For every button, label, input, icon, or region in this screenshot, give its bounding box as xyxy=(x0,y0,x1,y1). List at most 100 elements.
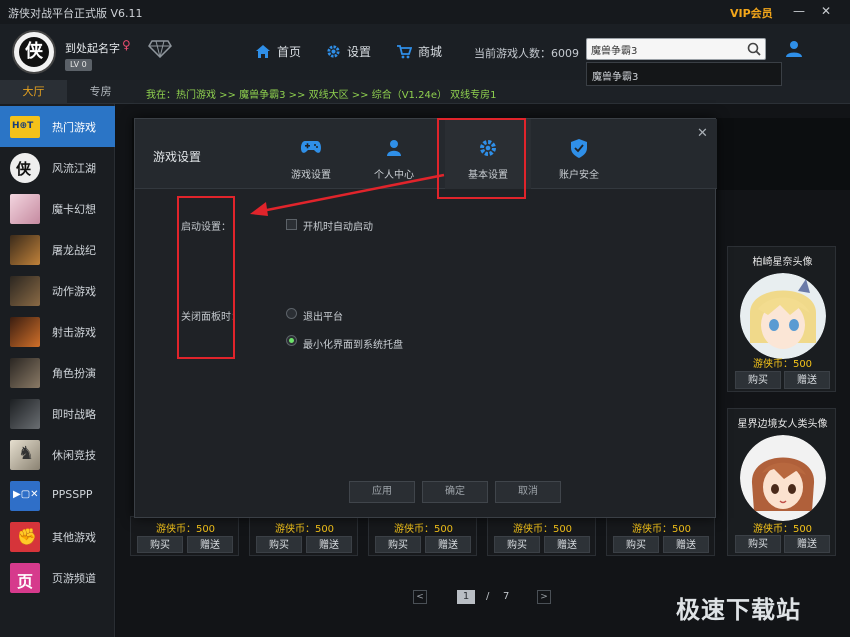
buy-button[interactable]: 购买 xyxy=(256,536,302,553)
avatar[interactable]: 侠 xyxy=(12,30,56,74)
header: 侠 到处起名字 ♀ LV 0 首页 设置 商城 当前游戏人数：6009 魔兽争霸… xyxy=(0,24,850,86)
prev-page-button[interactable]: < xyxy=(413,590,427,604)
person-icon xyxy=(387,139,401,160)
title-bar: 游侠对战平台正式版 V6.11 VIP会员 — ✕ xyxy=(0,0,850,24)
gift-button[interactable]: 赠送 xyxy=(784,535,830,553)
buy-button[interactable]: 购买 xyxy=(613,536,659,553)
product-price: 游侠币：500 xyxy=(274,524,335,535)
page-separator: / xyxy=(486,591,490,602)
gift-button[interactable]: 赠送 xyxy=(306,536,352,553)
sidebar-item-hot-games[interactable]: H⊕T 热门游戏 xyxy=(0,106,115,147)
ali-logo-icon: 侠 xyxy=(19,37,49,67)
sidebar-item-label: 射击游戏 xyxy=(52,326,96,339)
sidebar-item-shooter[interactable]: 射击游戏 xyxy=(0,311,115,352)
sidebar-item-rpg[interactable]: 角色扮演 xyxy=(0,352,115,393)
cart-icon xyxy=(397,44,412,58)
auto-start-label: 开机时自动启动 xyxy=(303,222,373,233)
highlight-box-options xyxy=(177,196,235,359)
nav-shop[interactable]: 商城 xyxy=(396,43,442,60)
sidebar-item-dragon[interactable]: 屠龙战纪 xyxy=(0,229,115,270)
buy-button[interactable]: 购买 xyxy=(375,536,421,553)
sidebar-item-action[interactable]: 动作游戏 xyxy=(0,270,115,311)
gender-icon: ♀ xyxy=(122,38,131,52)
action-icon xyxy=(10,276,40,306)
auto-start-checkbox[interactable] xyxy=(286,219,297,230)
breadcrumb: 我在：热门游戏 >> 魔兽争霸3 >> 双线大区 >> 综合（V1.24e） 双… xyxy=(146,90,497,101)
product-card[interactable]: 柏崎星奈头像 游侠币：500 购买 赠送 xyxy=(727,246,836,392)
home-icon xyxy=(256,45,270,58)
sidebar-item-ppsspp[interactable]: ▶▢✕ PPSSPP xyxy=(0,475,115,516)
sidebar-item-label: 其他游戏 xyxy=(52,531,96,544)
avatar-portrait xyxy=(740,273,826,359)
sidebar-item-other[interactable]: ✊ 其他游戏 xyxy=(0,516,115,557)
nav-home-label: 首页 xyxy=(277,45,302,59)
nav-settings[interactable]: 设置 xyxy=(326,43,371,60)
tab-account-security[interactable]: 账户安全 xyxy=(536,119,622,189)
minimize-button[interactable]: — xyxy=(791,3,807,19)
next-page-button[interactable]: > xyxy=(537,590,551,604)
sidebar-item-casual[interactable]: ♞ 休闲竞技 xyxy=(0,434,115,475)
dialog-title: 游戏设置 xyxy=(153,150,202,164)
sidebar-item-wuxia[interactable]: 侠 风流江湖 xyxy=(0,147,115,188)
sidebar-item-label: PPSSPP xyxy=(52,488,93,501)
vip-link[interactable]: VIP会员 xyxy=(730,5,773,21)
product-title: 星界边境女人类头像 xyxy=(737,419,828,430)
product-price: 游侠币：500 xyxy=(512,524,573,535)
chess-icon: ♞ xyxy=(10,440,40,470)
tab-label: 账户安全 xyxy=(559,170,599,181)
sidebar-item-label: 页游频道 xyxy=(52,572,96,585)
nav-home[interactable]: 首页 xyxy=(255,43,301,60)
username: 到处起名字 xyxy=(65,42,120,55)
search-input[interactable] xyxy=(591,41,741,57)
gear-icon xyxy=(327,45,340,58)
dialog-close-icon[interactable]: ✕ xyxy=(697,126,708,141)
product-price: 游侠币：500 xyxy=(752,359,813,370)
product-card[interactable]: 星界边境女人类头像 游侠币：500 购买 赠送 xyxy=(727,408,836,556)
sidebar-item-label: 角色扮演 xyxy=(52,367,96,380)
level-badge: LV 0 xyxy=(65,59,92,71)
product-price: 游侠币：500 xyxy=(155,524,216,535)
tab-lobby[interactable]: 大厅 xyxy=(0,80,67,104)
sidebar-item-label: 风流江湖 xyxy=(52,162,96,175)
minimize-to-tray-radio[interactable] xyxy=(286,335,297,346)
ok-button[interactable]: 确定 xyxy=(422,481,488,503)
buy-button[interactable]: 购买 xyxy=(735,371,781,389)
search-icon[interactable] xyxy=(747,42,761,59)
search-suggestion[interactable]: 魔兽争霸3 xyxy=(586,62,782,86)
apply-button[interactable]: 应用 xyxy=(349,481,415,503)
gamepad-icon xyxy=(300,139,322,158)
buy-button[interactable]: 购买 xyxy=(137,536,183,553)
minimize-to-tray-label: 最小化界面到系统托盘 xyxy=(303,340,403,351)
close-button[interactable]: ✕ xyxy=(818,3,834,19)
wuxia-icon: 侠 xyxy=(10,153,40,183)
fist-icon: ✊ xyxy=(10,522,40,552)
online-count: 当前游戏人数：6009 xyxy=(474,47,579,60)
product-title: 柏崎星奈头像 xyxy=(752,257,813,268)
sidebar-item-magic-card[interactable]: 魔卡幻想 xyxy=(0,188,115,229)
watermark: 极速下载站 xyxy=(676,596,801,624)
ppsspp-icon: ▶▢✕ xyxy=(10,481,40,511)
shooter-icon xyxy=(10,317,40,347)
gift-button[interactable]: 赠送 xyxy=(425,536,471,553)
user-icon[interactable] xyxy=(785,40,803,61)
sidebar-item-rts[interactable]: 即时战略 xyxy=(0,393,115,434)
sidebar-item-label: 休闲竞技 xyxy=(52,449,96,462)
dragon-icon xyxy=(10,235,40,265)
webgame-icon: 页 xyxy=(10,563,40,593)
diamond-icon[interactable] xyxy=(148,40,172,61)
gift-button[interactable]: 赠送 xyxy=(544,536,590,553)
gift-button[interactable]: 赠送 xyxy=(187,536,233,553)
cancel-button[interactable]: 取消 xyxy=(495,481,561,503)
gift-button[interactable]: 赠送 xyxy=(784,371,830,389)
product-card-footer: 游侠币：500 购买 赠送 xyxy=(368,516,477,556)
buy-button[interactable]: 购买 xyxy=(735,535,781,553)
total-pages: 7 xyxy=(503,591,510,602)
exit-platform-radio[interactable] xyxy=(286,308,297,319)
product-price: 游侠币：500 xyxy=(752,524,813,535)
gift-button[interactable]: 赠送 xyxy=(663,536,709,553)
sidebar-item-label: 魔卡幻想 xyxy=(52,203,96,216)
buy-button[interactable]: 购买 xyxy=(494,536,540,553)
product-price: 游侠币：500 xyxy=(393,524,454,535)
sidebar-item-webgame[interactable]: 页 页游频道 xyxy=(0,557,115,598)
tab-private-room[interactable]: 专房 xyxy=(67,80,134,104)
